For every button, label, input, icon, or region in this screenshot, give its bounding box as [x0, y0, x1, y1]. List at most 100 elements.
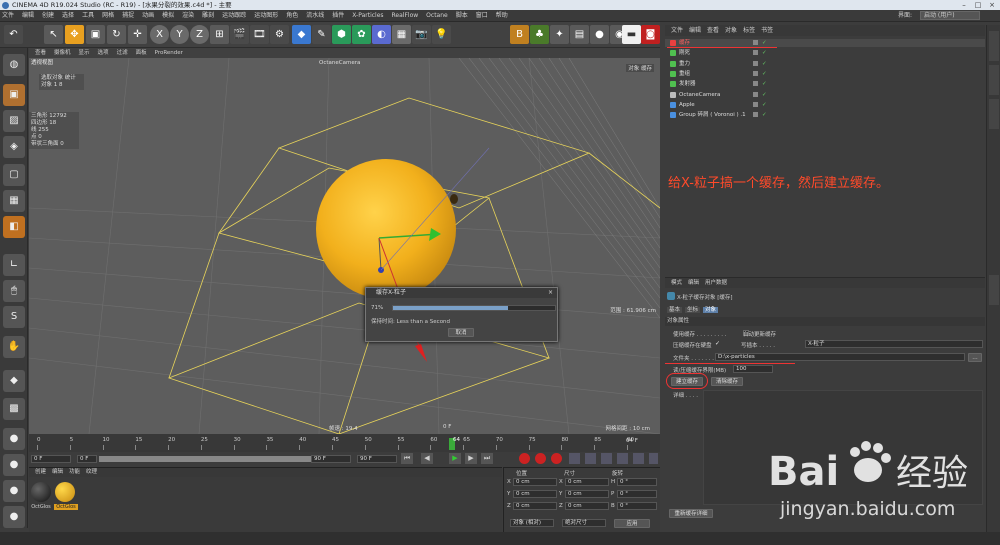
goto-end-icon[interactable]: ⏭	[481, 453, 493, 464]
move-tool-icon[interactable]: ✥	[65, 25, 84, 44]
move-key-icon[interactable]	[569, 453, 580, 464]
menu-item-5[interactable]: 网格	[102, 12, 114, 19]
scale-key-icon[interactable]	[585, 453, 596, 464]
attribute-tab-0[interactable]: 基本	[667, 307, 683, 313]
cancel-button[interactable]: 取消	[448, 328, 474, 337]
size-field[interactable]: 0 cm	[565, 502, 609, 510]
viewport-menu-item-3[interactable]: 选项	[98, 50, 109, 56]
menu-item-3[interactable]: 选择	[62, 12, 74, 19]
object-menu-item-3[interactable]: 对象	[725, 27, 737, 34]
plugin-grass-icon[interactable]: ✦	[550, 25, 569, 44]
enabled-check-icon[interactable]: ✓	[762, 101, 767, 109]
writer-select[interactable]: X-粒子	[805, 340, 983, 348]
make-editable-icon[interactable]: ◍	[3, 54, 25, 76]
visibility-dot-icon[interactable]	[753, 101, 758, 107]
autokey-icon[interactable]	[535, 453, 546, 464]
material-menu-item-3[interactable]: 纹理	[86, 469, 97, 475]
object-row[interactable]: 缓存 ✓	[665, 39, 985, 47]
menu-item-9[interactable]: 渲染	[182, 12, 194, 19]
enabled-check-icon[interactable]: ✓	[762, 49, 767, 57]
menu-item-19[interactable]: 脚本	[456, 12, 468, 19]
enabled-check-icon[interactable]: ✓	[762, 80, 767, 88]
clear-cache-button[interactable]: 清除缓存	[711, 377, 743, 386]
attribute-menu-item-1[interactable]: 编辑	[688, 280, 699, 286]
3d-viewport[interactable]: 选取对象 统计 对象 1 8 三角形 12792 四边形 18 线 255 点 0 带状…	[29, 58, 660, 434]
layout-select[interactable]: 启动 (用户)	[920, 11, 980, 20]
side-tab-attributes[interactable]	[989, 275, 999, 305]
viewport-menu-item-4[interactable]: 过滤	[117, 50, 128, 56]
object-row[interactable]: Apple ✓	[665, 101, 985, 109]
object-menu-item-0[interactable]: 文件	[671, 27, 683, 34]
viewport-menu-item-2[interactable]: 显示	[79, 50, 90, 56]
object-menu-item-4[interactable]: 标签	[743, 27, 755, 34]
rotation-field[interactable]: 0 °	[617, 490, 657, 498]
visibility-dot-icon[interactable]	[753, 91, 758, 97]
position-field[interactable]: 0 cm	[513, 490, 557, 498]
axis-z-icon[interactable]: Z	[190, 25, 209, 44]
menu-item-12[interactable]: 运动图形	[254, 12, 278, 19]
material-menu-item-0[interactable]: 创建	[35, 469, 46, 475]
axis-y-icon[interactable]: Y	[170, 25, 189, 44]
model-mode-icon[interactable]: ▣	[3, 84, 25, 106]
menu-item-1[interactable]: 编辑	[22, 12, 34, 19]
menu-item-2[interactable]: 创建	[42, 12, 54, 19]
enabled-check-icon[interactable]: ✓	[762, 60, 767, 68]
end-frame-field[interactable]: 90 F	[357, 455, 397, 463]
max-frame-field[interactable]: 90 F	[311, 455, 351, 463]
sphere-shading-2-icon[interactable]: ●	[3, 454, 25, 476]
menu-item-20[interactable]: 窗口	[476, 12, 488, 19]
object-row[interactable]: 发射器 ✓	[665, 80, 985, 88]
material-menu-item-1[interactable]: 编辑	[52, 469, 63, 475]
plugin-tree-icon[interactable]: ♣	[530, 25, 549, 44]
keyframe-icon[interactable]	[551, 453, 562, 464]
menu-item-0[interactable]: 文件	[2, 12, 14, 19]
menu-item-15[interactable]: 插件	[332, 12, 344, 19]
menu-item-17[interactable]: RealFlow	[392, 12, 419, 19]
object-menu-item-5[interactable]: 书签	[761, 27, 773, 34]
size-field[interactable]: 0 cm	[565, 490, 609, 498]
sphere-shading-4-icon[interactable]: ●	[3, 506, 25, 528]
tweak-mode-icon[interactable]: 🖱	[3, 280, 25, 302]
camera-icon[interactable]: 📷	[412, 25, 431, 44]
object-row[interactable]: 刚死 ✓	[665, 49, 985, 57]
edges-mode-icon[interactable]: ▦	[3, 190, 25, 212]
plugin-image-icon[interactable]: ▤	[570, 25, 589, 44]
material-menu-item-2[interactable]: 功能	[69, 469, 80, 475]
select-arrow-icon[interactable]: ↖	[44, 25, 63, 44]
memory-field[interactable]: 100	[733, 365, 773, 373]
deformer-icon[interactable]: ◐	[372, 25, 391, 44]
texture-mode-icon[interactable]: ▨	[3, 110, 25, 132]
enabled-check-icon[interactable]: ✓	[762, 91, 767, 99]
menu-item-13[interactable]: 角色	[286, 12, 298, 19]
menu-item-4[interactable]: 工具	[82, 12, 94, 19]
enable-axis-icon[interactable]: ∟	[3, 254, 25, 276]
visibility-dot-icon[interactable]	[753, 81, 758, 87]
object-row[interactable]: Group 碎屑 ( Voronoi ) .1 ✓	[665, 111, 985, 119]
param-key-icon[interactable]	[617, 453, 628, 464]
undo-icon[interactable]: ↶	[4, 25, 23, 44]
visibility-dot-icon[interactable]	[753, 112, 758, 118]
render-view-icon[interactable]: 🎬	[230, 25, 249, 44]
enabled-check-icon[interactable]: ✓	[762, 39, 767, 47]
plugin-b-icon[interactable]: B	[510, 25, 529, 44]
close-icon[interactable]: ×	[986, 1, 998, 9]
workplane-lock-icon[interactable]: ◆	[3, 370, 25, 392]
plugin-shapes-icon[interactable]: ●	[590, 25, 609, 44]
visibility-dot-icon[interactable]	[753, 50, 758, 56]
position-field[interactable]: 0 cm	[513, 478, 557, 486]
viewport-menu-item-0[interactable]: 查看	[35, 50, 46, 56]
browse-button[interactable]: …	[968, 353, 982, 362]
octane-render-icon[interactable]: ◙	[641, 25, 660, 44]
workplane-icon[interactable]: ◈	[3, 136, 25, 158]
sphere-shading-icon[interactable]: ●	[3, 428, 25, 450]
material-black-swatch[interactable]	[31, 482, 51, 502]
object-menu-item-2[interactable]: 查看	[707, 27, 719, 34]
menu-item-18[interactable]: Octane	[426, 12, 448, 19]
add-tool-icon[interactable]: ✛	[128, 25, 147, 44]
folder-path-field[interactable]: D:\x-particles	[715, 353, 965, 361]
prev-key-icon[interactable]: ◀	[421, 453, 433, 464]
minimize-icon[interactable]: –	[958, 1, 970, 9]
render-picture-viewer-icon[interactable]: 🎞	[250, 25, 269, 44]
viewport-menu-item-5[interactable]: 面板	[136, 50, 147, 56]
object-row[interactable]: 重组 ✓	[665, 70, 985, 78]
